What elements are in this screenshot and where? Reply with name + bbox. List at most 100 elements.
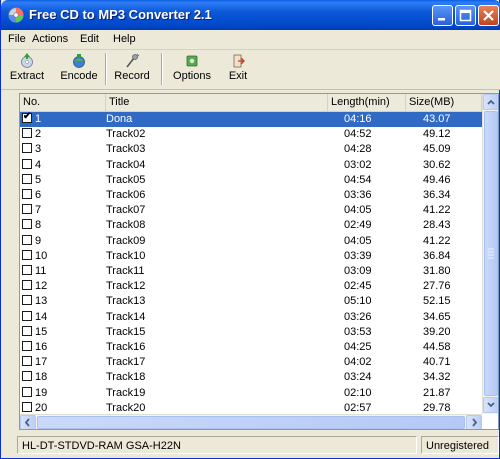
table-row[interactable]: 6 Track06 03:36 36.34	[20, 188, 482, 203]
track-length: 03:39	[344, 249, 372, 262]
track-checkbox[interactable]	[22, 325, 32, 336]
encode-button[interactable]: Encode	[58, 51, 100, 87]
track-checkbox[interactable]	[22, 310, 32, 321]
close-button[interactable]	[478, 5, 499, 26]
table-row[interactable]: 14 Track14 03:26 34.65	[20, 310, 482, 325]
track-number: 1	[35, 113, 42, 125]
table-row[interactable]: 18 Track18 03:24 34.32	[20, 370, 482, 385]
track-number: 19	[35, 386, 48, 399]
track-checkbox[interactable]: ✔	[22, 112, 32, 123]
horizontal-scrollbar[interactable]	[20, 414, 482, 429]
track-length: 04:05	[344, 204, 372, 217]
table-row[interactable]: 19 Track19 02:10 21.87	[20, 386, 482, 401]
menu-file[interactable]: File	[8, 33, 26, 45]
table-row[interactable]: 20 Track20 02:57 29.78	[20, 401, 482, 414]
exit-button[interactable]: Exit	[221, 51, 255, 87]
scroll-down-button[interactable]	[483, 397, 498, 413]
record-button[interactable]: Record	[113, 51, 151, 87]
table-row[interactable]: 7 Track07 04:05 41.22	[20, 203, 482, 218]
track-length: 03:26	[344, 310, 372, 323]
extract-icon	[21, 53, 33, 68]
table-row[interactable]: 13 Track13 05:10 52.15	[20, 294, 482, 309]
maximize-button[interactable]	[455, 5, 476, 26]
track-checkbox[interactable]	[22, 204, 32, 215]
track-list[interactable]: No. Title Length(min) Size(MB) ✔ 1 Dona 04:…	[19, 93, 499, 430]
table-row[interactable]: 15 Track15 03:53 39.20	[20, 325, 482, 340]
vertical-scrollbar[interactable]	[482, 94, 498, 414]
menu-edit[interactable]: Edit	[80, 33, 99, 45]
table-row[interactable]: 16 Track16 04:25 44.58	[20, 340, 482, 355]
track-size: 21.87	[423, 386, 451, 399]
track-length: 04:28	[344, 143, 372, 156]
column-header-length[interactable]: Length(min)	[328, 94, 406, 111]
track-checkbox[interactable]	[22, 265, 32, 275]
menu-actions[interactable]: Actions	[32, 33, 68, 45]
track-number: 2	[35, 128, 42, 141]
scroll-right-button[interactable]	[466, 415, 482, 429]
column-header-size[interactable]: Size(MB)	[406, 94, 482, 111]
scroll-up-button[interactable]	[483, 94, 498, 110]
track-checkbox[interactable]	[22, 189, 32, 199]
track-checkbox[interactable]	[22, 143, 32, 154]
track-length: 04:25	[344, 341, 372, 353]
encode-icon	[73, 54, 85, 68]
track-title: Track04	[106, 158, 146, 171]
track-checkbox[interactable]	[22, 173, 32, 184]
track-checkbox[interactable]	[22, 234, 32, 245]
table-row[interactable]: 4 Track04 03:02 30.62	[20, 158, 482, 173]
table-row[interactable]: 9 Track09 04:05 41.22	[20, 234, 482, 249]
track-checkbox[interactable]	[22, 219, 32, 230]
track-length: 04:54	[344, 173, 372, 186]
track-checkbox[interactable]	[22, 371, 32, 382]
column-header-no[interactable]: No.	[20, 94, 106, 111]
options-button[interactable]: Options	[169, 51, 215, 87]
track-checkbox[interactable]	[22, 128, 32, 139]
track-checkbox[interactable]	[22, 295, 32, 306]
status-registration: Unregistered	[421, 436, 499, 454]
track-size: 43.07	[423, 113, 451, 125]
extract-button[interactable]: Extract	[7, 51, 47, 87]
table-row[interactable]: 5 Track05 04:54 49.46	[20, 173, 482, 188]
toolbar: Extract Encode Record Options Exit	[1, 50, 500, 90]
column-header-title[interactable]: Title	[106, 94, 328, 111]
table-row[interactable]: 10 Track10 03:39 36.84	[20, 249, 482, 264]
track-checkbox[interactable]	[22, 158, 32, 169]
track-title: Track07	[106, 204, 146, 217]
track-size: 39.20	[423, 325, 451, 338]
table-row[interactable]: 8 Track08 02:49 28.43	[20, 218, 482, 233]
encode-label: Encode	[60, 70, 98, 82]
track-number: 10	[35, 249, 48, 262]
track-title: Track17	[106, 356, 146, 369]
table-row[interactable]: 3 Track03 04:28 45.09	[20, 142, 482, 157]
title-bar[interactable]: Free CD to MP3 Converter 2.1	[1, 0, 500, 30]
track-length: 03:36	[344, 189, 372, 201]
track-checkbox[interactable]	[22, 249, 32, 260]
table-row[interactable]: 17 Track17 04:02 40.71	[20, 355, 482, 370]
track-title: Track19	[106, 386, 146, 399]
track-number: 20	[35, 401, 48, 414]
track-size: 45.09	[423, 143, 451, 156]
track-number: 14	[35, 310, 48, 323]
track-number: 6	[35, 189, 42, 201]
track-length: 03:24	[344, 371, 372, 384]
track-checkbox[interactable]	[22, 356, 32, 367]
track-checkbox[interactable]	[22, 386, 32, 397]
scroll-left-button[interactable]	[20, 415, 36, 429]
track-checkbox[interactable]	[22, 341, 32, 351]
options-icon	[186, 55, 198, 67]
table-row[interactable]: ✔ 1 Dona 04:16 43.07	[20, 112, 482, 128]
track-checkbox[interactable]	[22, 401, 32, 412]
minimize-button[interactable]	[432, 5, 453, 26]
track-number: 3	[35, 143, 42, 156]
table-row[interactable]: 11 Track11 03:09 31.80	[20, 264, 482, 279]
table-row[interactable]: 2 Track02 04:52 49.12	[20, 127, 482, 142]
track-checkbox[interactable]	[22, 280, 32, 291]
track-number: 17	[35, 356, 48, 369]
track-length: 02:49	[344, 219, 372, 232]
horizontal-scroll-thumb[interactable]	[37, 416, 465, 429]
vertical-scroll-thumb[interactable]	[484, 111, 498, 396]
track-size: 34.65	[423, 310, 451, 323]
menu-help[interactable]: Help	[113, 33, 136, 45]
table-row[interactable]: 12 Track12 02:45 27.76	[20, 279, 482, 294]
toolbar-separator	[161, 53, 163, 85]
